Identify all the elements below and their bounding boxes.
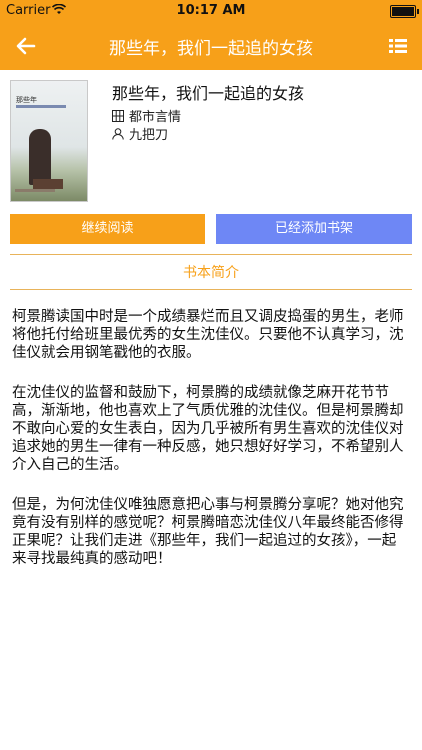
- book-author: 九把刀: [112, 124, 168, 143]
- person-icon: [112, 128, 124, 140]
- navigation-bar: 那些年，我们一起追的女孩: [0, 22, 422, 70]
- cover-figure-base: [33, 179, 63, 189]
- intro-paragraph: 柯景腾读国中时是一个成绩暴烂而且又调皮捣蛋的男生，老师将他托付给班里最优秀的女生…: [12, 309, 404, 361]
- cover-footer-bar: [15, 189, 55, 192]
- book-genre: 都市言情: [112, 106, 181, 125]
- genre-label: 都市言情: [129, 110, 182, 125]
- section-title: 书本简介: [183, 265, 239, 281]
- status-time: 10:17 AM: [176, 3, 246, 18]
- list-icon[interactable]: [388, 36, 408, 56]
- added-to-shelf-button[interactable]: 已经添加书架: [216, 214, 412, 244]
- back-arrow-icon[interactable]: [14, 34, 38, 58]
- nav-title: 那些年，我们一起追的女孩: [109, 39, 313, 59]
- intro-paragraph: 在沈佳仪的监督和鼓励下，柯景腾的成绩就像芝麻开花节节高，渐渐地，他也喜欢上了气质…: [12, 385, 404, 473]
- author-label: 九把刀: [129, 128, 169, 143]
- cover-figure: [29, 129, 51, 185]
- book-header: 那些年 那些年，我们一起追的女孩 都市言情 九把刀: [0, 70, 422, 210]
- intro-paragraph: 但是，为何沈佳仪唯独愿意把心事与柯景腾分享呢？她对他究竟有没有别样的感觉呢？柯景…: [12, 497, 404, 567]
- cover-subtitle-bar: [16, 105, 66, 108]
- book-cover: 那些年: [10, 80, 88, 202]
- status-bar: Carrier 10:17 AM: [0, 0, 422, 22]
- cover-caption: 那些年: [16, 96, 37, 104]
- grid-icon: [112, 110, 124, 122]
- section-header: 书本简介: [10, 254, 412, 290]
- continue-reading-button[interactable]: 继续阅读: [10, 214, 205, 244]
- battery-icon: [390, 5, 419, 18]
- book-intro: 柯景腾读国中时是一个成绩暴烂而且又调皮捣蛋的男生，老师将他托付给班里最优秀的女生…: [12, 308, 410, 590]
- book-title: 那些年，我们一起追的女孩: [112, 84, 305, 103]
